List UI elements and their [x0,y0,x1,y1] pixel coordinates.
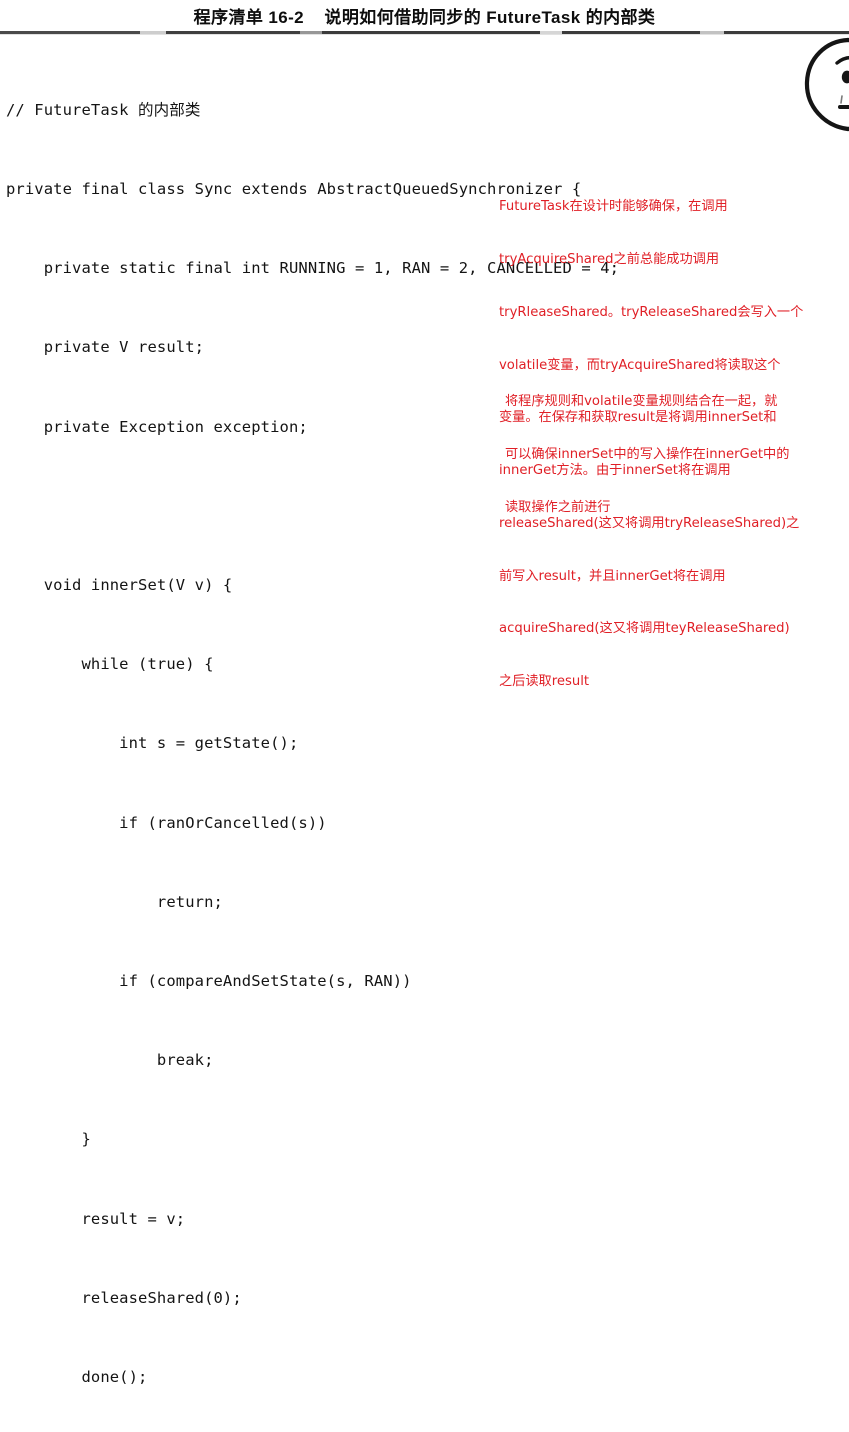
annotation-line: 前写入result，并且innerGet将在调用 [499,568,726,584]
code-line: if (ranOrCancelled(s)) [6,813,327,832]
code-line: // FutureTask 的内部类 [6,100,201,119]
annotation-line: FutureTask在设计时能够确保，在调用 [499,199,728,215]
annotation-line: 读取操作之前进行 [505,500,611,516]
code-line: done(); [6,1368,148,1387]
annotation-line: acquireShared(这又将调用teyReleaseShared) [499,621,790,637]
annotation-line: tryRleaseShared。tryReleaseShared会写入一个 [499,304,804,320]
annotation-line: tryAcquireShared之前总能成功调用 [499,251,720,267]
code-line: result = v; [6,1209,186,1228]
code-line: } [6,1130,91,1149]
page-header: 程序清单 16-2 说明如何借助同步的 FutureTask 的内部类 [0,0,849,30]
code-line: break; [6,1051,214,1070]
annotation-line: 之后读取result [499,674,590,690]
code-line: releaseShared(0); [6,1288,242,1307]
code-line: int s = getState(); [6,734,299,753]
header-divider-shadow [0,34,849,35]
code-line: return; [6,892,223,911]
page-title: 程序清单 16-2 说明如何借助同步的 FutureTask 的内部类 [193,7,656,27]
code-line: if (compareAndSetState(s, RAN)) [6,972,412,991]
annotation-note-2: 将程序规则和volatile变量规则结合在一起，就 可以确保innerSet中的… [505,357,789,535]
annotation-line: 将程序规则和volatile变量规则结合在一起，就 [505,393,778,409]
annotation-line: 可以确保innerSet中的写入操作在innerGet中的 [505,446,790,462]
hand-drawn-face-icon [804,37,849,132]
